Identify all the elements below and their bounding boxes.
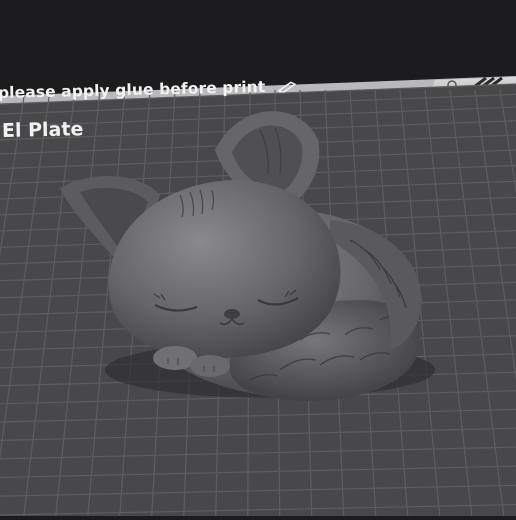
plate-name-label: El Plate xyxy=(1,118,84,142)
nose xyxy=(224,309,240,319)
scene-background xyxy=(0,0,516,80)
3d-viewport[interactable]: please apply glue before print El Plate xyxy=(0,0,516,516)
pencil-icon[interactable] xyxy=(277,78,297,96)
